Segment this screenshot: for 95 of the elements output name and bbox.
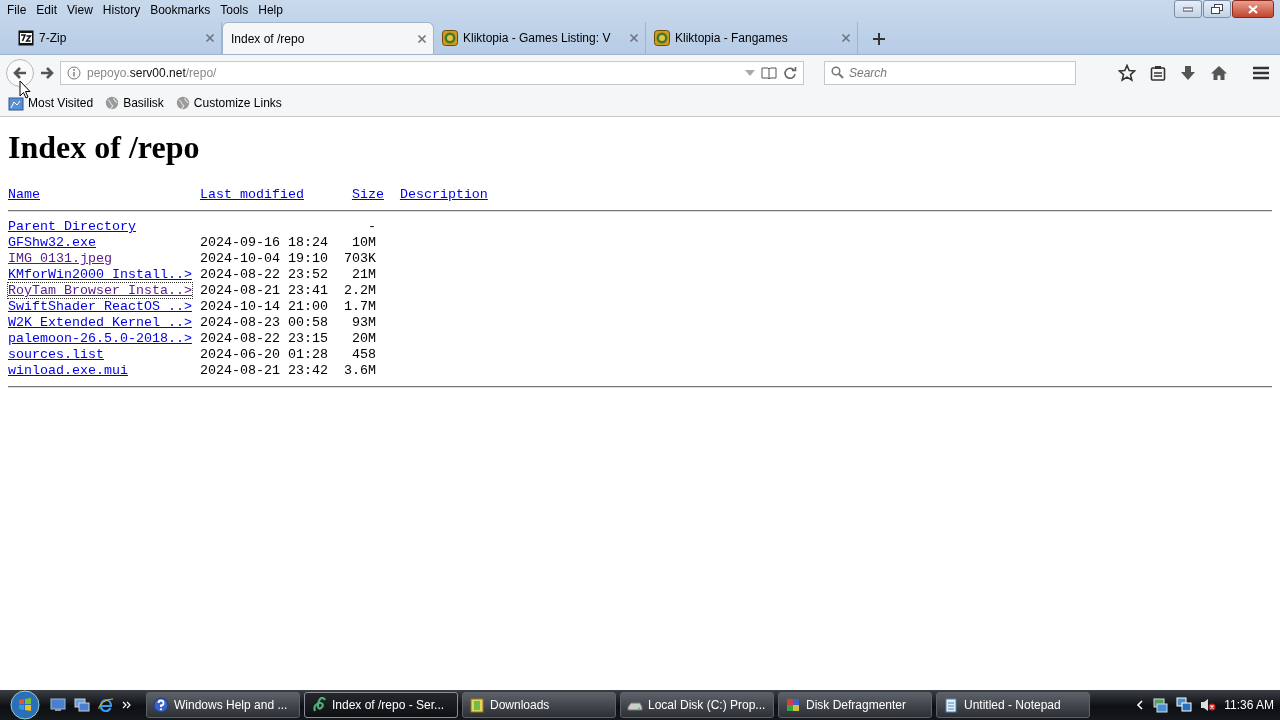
file-link[interactable]: IMG_0131.jpeg bbox=[8, 251, 112, 266]
globe-icon bbox=[105, 96, 120, 110]
bookmark-item[interactable]: Customize Links bbox=[175, 96, 282, 110]
file-link[interactable]: winload.exe.mui bbox=[8, 363, 128, 378]
menu-item[interactable]: Tools bbox=[215, 1, 254, 19]
info-icon bbox=[67, 65, 81, 80]
file-link[interactable]: SwiftShader ReactOS ..> bbox=[8, 299, 192, 314]
close-button[interactable] bbox=[1232, 0, 1274, 18]
globe-icon bbox=[175, 96, 190, 110]
taskbar-button[interactable]: Index of /repo - Ser... bbox=[304, 692, 458, 718]
home-icon[interactable] bbox=[1210, 64, 1228, 81]
close-icon[interactable] bbox=[417, 33, 427, 44]
column-header-link[interactable]: Name bbox=[8, 187, 40, 202]
swirl-icon bbox=[311, 697, 327, 713]
clipboard-icon[interactable] bbox=[1150, 64, 1166, 81]
file-link[interactable]: RoyTam Browser Insta..> bbox=[8, 283, 192, 298]
clock[interactable]: 11:36 AM bbox=[1224, 698, 1274, 712]
modified-date: 2024-08-22 23:15 bbox=[199, 331, 328, 346]
muted-speaker-icon[interactable] bbox=[1200, 697, 1217, 713]
chevron-left-icon[interactable] bbox=[1136, 700, 1145, 710]
download-icon[interactable] bbox=[1180, 64, 1196, 81]
browser-tab[interactable]: Index of /repo bbox=[222, 22, 434, 54]
network-icon[interactable] bbox=[1152, 697, 1169, 713]
modified-date: 2024-08-23 00:58 bbox=[199, 315, 328, 330]
file-link[interactable]: W2K Extended Kernel ..> bbox=[8, 315, 192, 330]
start-button[interactable] bbox=[10, 690, 40, 720]
taskbar-button[interactable]: Untitled - Notepad bbox=[936, 692, 1090, 718]
game-icon bbox=[442, 30, 458, 46]
search-field[interactable]: Search bbox=[824, 60, 1076, 85]
bookmark-item[interactable]: Most Visited bbox=[8, 95, 94, 111]
forward-arrow-icon[interactable] bbox=[40, 66, 54, 79]
file-size: 93M bbox=[351, 315, 376, 330]
modified-date: 2024-10-04 19:10 bbox=[199, 251, 328, 266]
reader-view-icon[interactable] bbox=[761, 66, 777, 79]
modified-date: 2024-08-21 23:41 bbox=[199, 283, 328, 298]
modified-date: 2024-10-14 21:00 bbox=[199, 299, 328, 314]
modified-date: 2024-06-20 01:28 bbox=[199, 347, 328, 362]
menu-item[interactable]: Bookmarks bbox=[145, 1, 216, 19]
taskbar-button[interactable]: Windows Help and ... bbox=[146, 692, 300, 718]
defrag-icon bbox=[785, 697, 801, 713]
chevron-icon[interactable] bbox=[122, 701, 132, 709]
close-icon[interactable] bbox=[205, 33, 215, 43]
close-icon bbox=[1248, 4, 1258, 14]
column-header-link[interactable]: Last modified bbox=[199, 187, 304, 202]
browser-e-icon[interactable] bbox=[98, 697, 114, 713]
computers-icon[interactable] bbox=[1176, 697, 1193, 713]
taskbar-button[interactable]: Disk Defragmenter bbox=[778, 692, 932, 718]
modified-date: 2024-08-22 23:52 bbox=[199, 267, 328, 282]
reload-icon[interactable] bbox=[783, 65, 797, 80]
close-icon[interactable] bbox=[629, 33, 639, 43]
search-input[interactable]: Search bbox=[849, 62, 1069, 83]
back-arrow-icon bbox=[13, 66, 27, 79]
file-link[interactable]: GFShw32.exe bbox=[8, 235, 96, 250]
close-icon[interactable] bbox=[841, 33, 851, 43]
file-size: 3.6M bbox=[343, 363, 376, 378]
modified-date: 2024-09-16 18:24 bbox=[199, 235, 328, 250]
menu-item[interactable]: File bbox=[2, 1, 32, 19]
minimize-icon bbox=[1183, 6, 1193, 12]
page-heading: Index of /repo bbox=[8, 129, 201, 166]
archive-icon bbox=[18, 30, 34, 46]
menu-item[interactable]: Edit bbox=[31, 1, 63, 19]
back-button[interactable] bbox=[6, 58, 34, 87]
file-link[interactable]: sources.list bbox=[8, 347, 104, 362]
menu-icon[interactable] bbox=[1252, 64, 1270, 81]
taskbar-button[interactable]: Local Disk (C:) Prop... bbox=[620, 692, 774, 718]
new-tab-icon[interactable] bbox=[872, 32, 886, 46]
taskbar-button[interactable]: Downloads bbox=[462, 692, 616, 718]
file-link[interactable]: palemoon-26.5.0-2018..> bbox=[8, 331, 192, 346]
file-size: 1.7M bbox=[343, 299, 376, 314]
column-header-link[interactable]: Size bbox=[351, 187, 384, 202]
column-header-link[interactable]: Description bbox=[399, 187, 488, 202]
window-switch-icon[interactable] bbox=[74, 698, 90, 712]
restore-icon bbox=[1211, 4, 1223, 14]
bookmark-item[interactable]: Basilisk bbox=[105, 96, 164, 110]
file-size: 20M bbox=[351, 331, 376, 346]
file-link[interactable]: Parent Directory bbox=[8, 219, 136, 234]
file-size: 2.2M bbox=[343, 283, 376, 298]
game-icon bbox=[654, 30, 670, 46]
modified-date: 2024-08-21 23:42 bbox=[199, 363, 328, 378]
file-size: 703K bbox=[343, 251, 376, 266]
menu-item[interactable]: View bbox=[62, 1, 98, 19]
file-size: - bbox=[367, 219, 376, 234]
file-size: 10M bbox=[351, 235, 376, 250]
notepad-icon bbox=[943, 697, 959, 713]
search-icon bbox=[831, 66, 844, 79]
help-icon bbox=[153, 697, 169, 713]
menu-item[interactable]: History bbox=[97, 1, 146, 19]
file-link[interactable]: KMforWin2000 Install..> bbox=[8, 267, 192, 282]
restore-button[interactable] bbox=[1203, 0, 1231, 18]
menu-item[interactable]: Help bbox=[253, 1, 288, 19]
star-icon[interactable] bbox=[1118, 63, 1136, 82]
file-size: 21M bbox=[351, 267, 376, 282]
file-size: 458 bbox=[351, 347, 376, 362]
desktop-icon[interactable] bbox=[50, 698, 66, 712]
address-bar[interactable]: pepoyo.serv00.net/repo/ bbox=[60, 60, 804, 85]
